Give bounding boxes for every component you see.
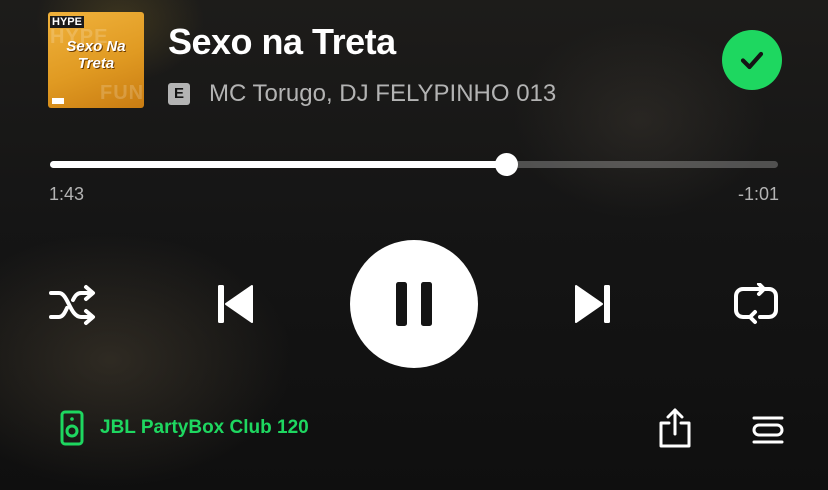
track-title[interactable]: Sexo na Treta [168,20,396,64]
progress-thumb[interactable] [494,153,518,176]
repeat-icon [734,283,778,324]
liked-check-button[interactable] [722,30,782,90]
progress-bar[interactable] [50,153,778,176]
cover-title: Sexo Na Treta [48,38,144,72]
cover-bg-text-2: FUN [100,82,144,104]
queue-button[interactable] [748,410,788,450]
time-remaining: -1:01 [737,184,779,204]
speaker-icon [60,410,84,446]
next-button[interactable] [568,278,620,330]
share-icon [659,408,691,448]
queue-icon [752,416,784,444]
previous-button[interactable] [208,278,260,330]
cover-title-line2: Treta [77,55,115,72]
album-cover[interactable]: HYPE FUN HYPE Sexo Na Treta [48,12,144,108]
cover-logo-mark [52,98,64,104]
cover-tag: HYPE [50,16,84,28]
progress-fill [50,161,506,168]
check-icon [740,51,764,70]
cover-title-line1: Sexo Na [66,38,126,55]
skip-previous-icon [218,285,253,323]
pause-icon [396,282,432,326]
share-button[interactable] [655,405,695,451]
pause-button[interactable] [350,240,478,368]
connected-device[interactable]: JBL PartyBox Club 120 [60,410,309,446]
skip-next-icon [575,285,610,323]
shuffle-button[interactable] [48,280,98,330]
explicit-badge: E [168,83,190,105]
shuffle-icon [49,285,95,325]
repeat-button[interactable] [730,280,782,330]
device-name: JBL PartyBox Club 120 [100,417,309,438]
track-artists[interactable]: MC Torugo, DJ FELYPINHO 013 [209,79,556,109]
time-elapsed: 1:43 [49,184,85,204]
